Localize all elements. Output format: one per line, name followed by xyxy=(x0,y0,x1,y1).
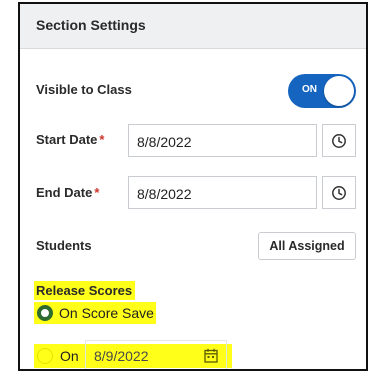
end-time-button[interactable] xyxy=(322,176,356,209)
clock-icon xyxy=(332,133,346,148)
visible-to-class-label: Visible to Class xyxy=(36,82,132,97)
start-time-button[interactable] xyxy=(322,124,356,157)
start-date-input[interactable]: 8/8/2022 xyxy=(128,124,317,157)
end-date-value: 8/8/2022 xyxy=(137,186,192,202)
clock-icon xyxy=(332,185,346,200)
release-on-score-save-radio[interactable] xyxy=(37,305,53,321)
end-date-label: End Date * xyxy=(36,185,100,200)
start-date-label: Start Date * xyxy=(36,132,105,147)
end-date-input[interactable]: 8/8/2022 xyxy=(128,176,317,209)
required-asterisk: * xyxy=(99,132,105,147)
release-on-date-label[interactable]: On xyxy=(60,348,79,364)
release-on-score-save-label[interactable]: On Score Save xyxy=(59,305,154,321)
visible-to-class-toggle[interactable]: ON xyxy=(288,74,356,108)
calendar-icon[interactable] xyxy=(204,348,218,363)
release-scores-label: Release Scores xyxy=(36,283,133,298)
all-assigned-button[interactable]: All Assigned xyxy=(258,232,356,260)
panel-header: Section Settings xyxy=(20,4,366,49)
section-settings-panel: Section Settings Visible to Class ON Sta… xyxy=(18,2,368,371)
release-on-date-radio[interactable] xyxy=(37,348,53,364)
toggle-state-label: ON xyxy=(302,84,317,95)
students-label: Students xyxy=(36,238,92,253)
start-date-value: 8/8/2022 xyxy=(137,134,192,150)
release-date-value: 8/9/2022 xyxy=(94,348,149,364)
panel-title: Section Settings xyxy=(36,17,146,33)
required-asterisk: * xyxy=(94,185,100,200)
toggle-knob xyxy=(324,76,354,106)
